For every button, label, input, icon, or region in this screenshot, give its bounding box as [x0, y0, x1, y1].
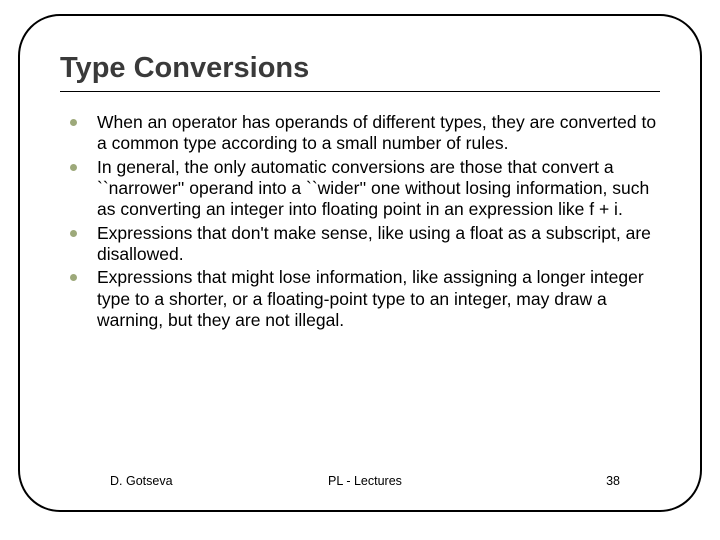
bullet-text: Expressions that don't make sense, like …	[97, 223, 660, 266]
slide-footer: D. Gotseva PL - Lectures 38	[60, 474, 660, 488]
slide-frame: Type Conversions When an operator has op…	[18, 14, 702, 512]
bullet-text: Expressions that might lose information,…	[97, 267, 660, 331]
bullet-icon	[70, 164, 77, 171]
footer-title: PL - Lectures	[280, 474, 450, 488]
bullet-list: When an operator has operands of differe…	[60, 112, 660, 331]
bullet-text: When an operator has operands of differe…	[97, 112, 660, 155]
bullet-icon	[70, 274, 77, 281]
bullet-icon	[70, 119, 77, 126]
list-item: Expressions that don't make sense, like …	[70, 223, 660, 266]
list-item: Expressions that might lose information,…	[70, 267, 660, 331]
footer-page-number: 38	[450, 474, 660, 488]
footer-author: D. Gotseva	[60, 474, 280, 488]
bullet-icon	[70, 230, 77, 237]
title-underline	[60, 91, 660, 92]
list-item: When an operator has operands of differe…	[70, 112, 660, 155]
slide-title: Type Conversions	[60, 52, 660, 85]
list-item: In general, the only automatic conversio…	[70, 157, 660, 221]
bullet-text: In general, the only automatic conversio…	[97, 157, 660, 221]
